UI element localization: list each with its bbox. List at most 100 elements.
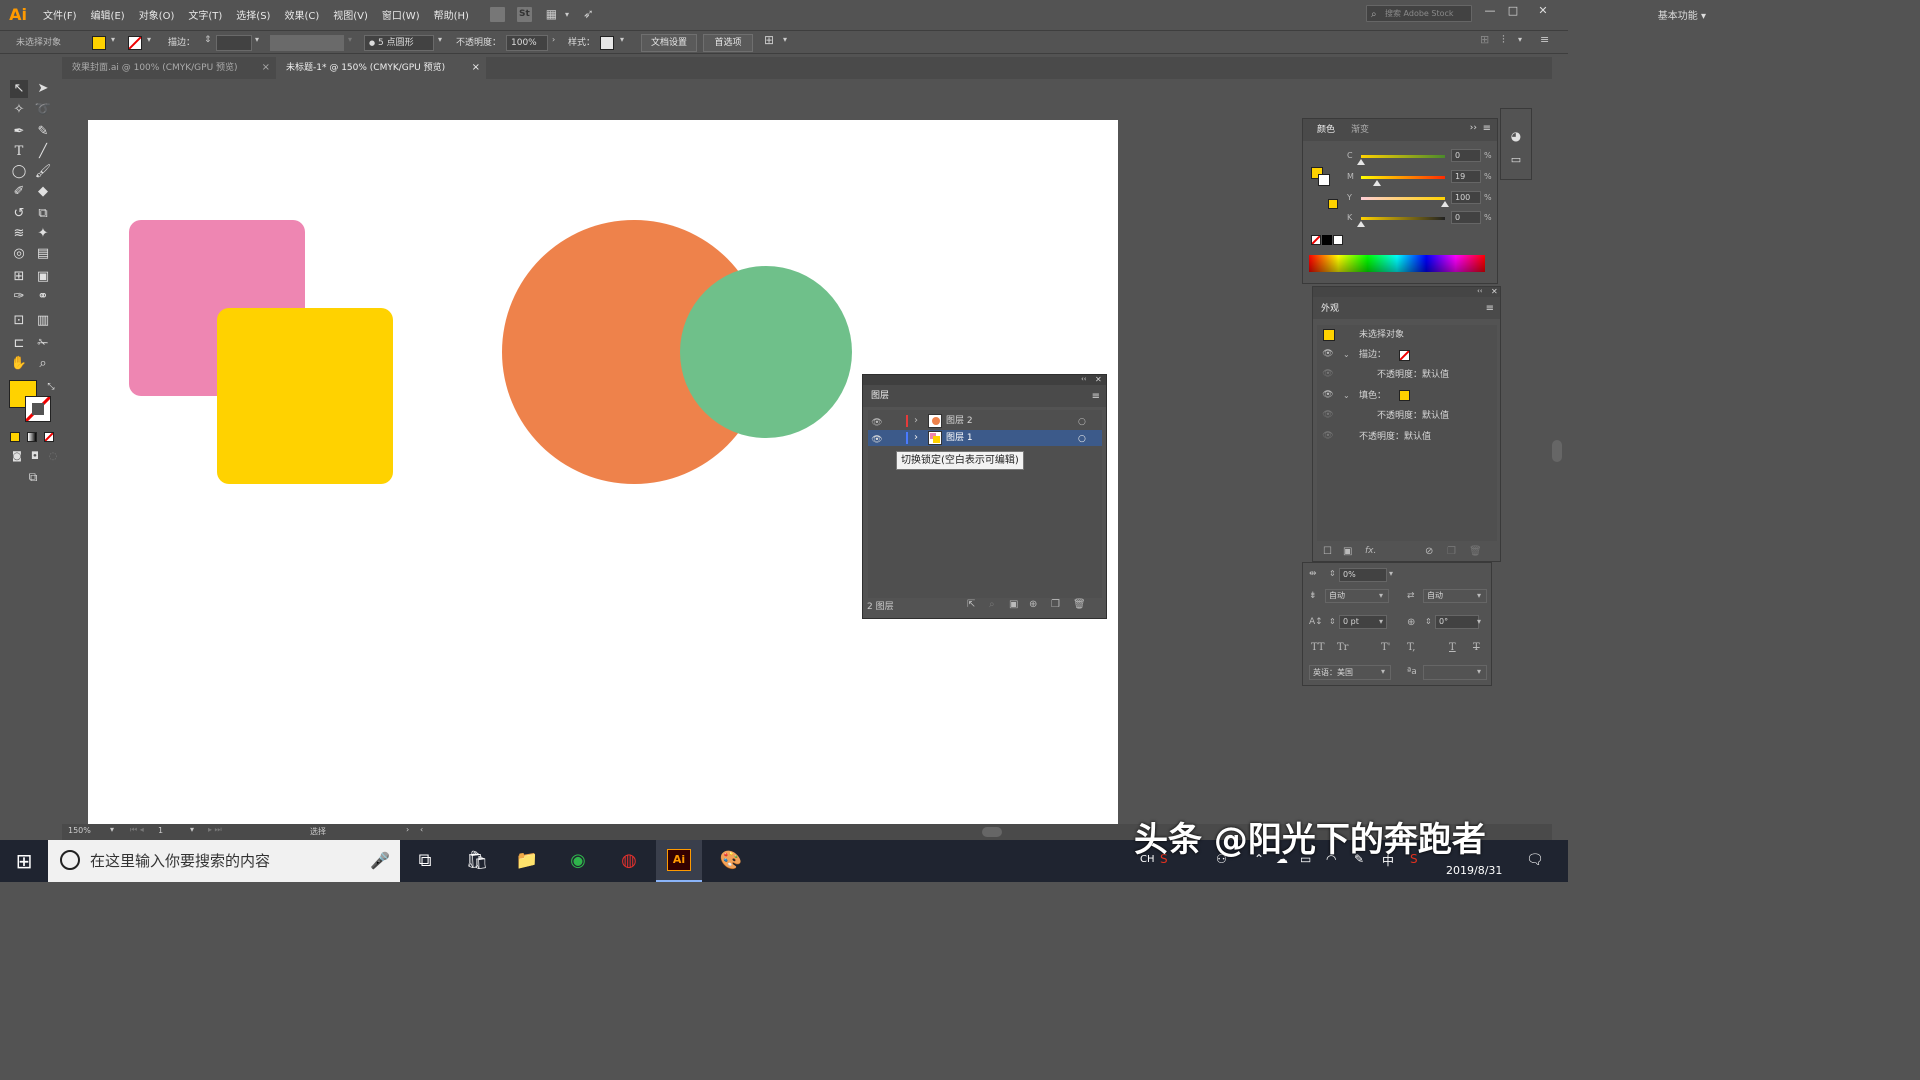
add-stroke-icon[interactable]: ☐ [1323,546,1332,557]
preferences-button[interactable]: 首选项 [703,34,753,52]
chevron-down-icon[interactable]: ▾ [147,35,151,44]
first-artboard-icon[interactable]: ⏮ ◂ [130,825,144,835]
character-rotation-input[interactable]: 0° [1435,615,1479,629]
collapse-icon[interactable]: ›› [1470,123,1477,133]
subscript-button[interactable]: T, [1407,642,1415,653]
store-icon[interactable]: 🛍 [462,847,492,875]
perspective-grid-tool-icon[interactable]: ▤ [34,245,52,263]
menu-window[interactable]: 窗口(W) [375,7,427,22]
appearance-fill-swatch[interactable] [1399,390,1410,401]
eye-icon[interactable]: 👁 [870,415,884,428]
new-layer-icon[interactable]: ❐ [1051,599,1060,610]
chevron-right-icon[interactable]: › [914,430,918,446]
channel-c-slider[interactable] [1361,155,1445,158]
appearance-opacity[interactable]: 不透明度：默认值 [1359,428,1431,446]
direct-selection-tool-icon[interactable]: ➤ [34,80,52,98]
panel-menu-icon[interactable]: ≡ [1540,33,1549,46]
clock-date[interactable]: 2019/8/31 [1446,864,1502,877]
channel-y-slider[interactable] [1361,197,1445,200]
workspace-switcher[interactable]: 基本功能 ▾ [1658,7,1706,22]
mesh-tool-icon[interactable]: ⊞ [10,268,28,286]
small-caps-button[interactable]: Tr [1337,642,1348,653]
tab-gradient[interactable]: 渐变 [1351,121,1369,139]
browser-icon[interactable]: ◉ [563,847,593,875]
all-caps-button[interactable]: TT [1311,642,1325,653]
layer-name[interactable]: 图层 1 [946,430,973,446]
target-icon[interactable]: ○ [1078,414,1086,430]
gradient-mode-icon[interactable] [27,432,37,442]
menu-view[interactable]: 视图(V) [326,7,375,22]
fill-swatch[interactable] [92,36,106,50]
chevron-down-icon[interactable]: ▾ [190,825,194,834]
color-mode-icon[interactable] [10,432,20,442]
eye-icon[interactable]: 👁 [870,432,884,445]
target-icon[interactable]: ○ [1078,431,1086,447]
bridge-icon[interactable] [489,6,505,22]
add-fill-icon[interactable]: ▣ [1343,546,1352,557]
notification-icon[interactable]: 🗨 [1526,852,1544,868]
menu-file[interactable]: 文件(F) [36,7,84,22]
eraser-tool-icon[interactable]: ◆ [34,183,52,201]
taskbar-search-input[interactable]: 在这里输入你要搜索的内容 🎤 [48,840,400,882]
channel-m-slider[interactable] [1361,176,1445,179]
menu-object[interactable]: 对象(O) [132,7,182,22]
channel-k-thumb[interactable] [1357,221,1365,227]
new-sublayer-icon[interactable]: ⊕ [1029,599,1037,610]
stroke-weight-input[interactable] [216,35,252,51]
screen-mode-icon[interactable]: ⧉ [24,468,42,486]
paintbrush-tool-icon[interactable]: 🖌 [34,163,52,181]
tab-color[interactable]: 颜色 [1317,121,1335,139]
channel-c-input[interactable]: 0 [1451,149,1481,162]
close-icon[interactable]: ✕ [1095,375,1102,384]
menu-effect[interactable]: 效果(C) [277,7,326,22]
horizontal-scrollbar-thumb[interactable] [982,827,1002,837]
scale-tool-icon[interactable]: ⧉ [34,205,52,223]
task-view-icon[interactable]: ⧉ [410,847,440,875]
chevron-down-icon[interactable]: ▾ [1389,569,1393,578]
blend-tool-icon[interactable]: ⚭ [34,288,52,306]
variable-width-profile[interactable] [270,35,344,51]
yellow-rounded-rect[interactable] [217,308,393,484]
chevron-down-icon[interactable]: ▾ [438,35,442,44]
artboard-number[interactable]: 1 [158,826,163,835]
zoom-tool-icon[interactable]: ⌕ [34,355,52,373]
chevron-down-icon[interactable]: ▾ [1518,35,1522,44]
illustrator-taskbar-button[interactable]: Ai [656,840,702,882]
collapse-icon[interactable]: ‹‹ [1477,287,1483,295]
chevron-down-icon[interactable]: ▾ [1477,617,1481,626]
white-swatch[interactable] [1333,235,1343,245]
collapse-icon[interactable]: ‹‹ [1081,375,1087,383]
eyedropper-tool-icon[interactable]: ✑ [10,288,28,306]
microphone-icon[interactable]: 🎤 [370,840,390,882]
close-button[interactable]: ✕ [1535,3,1551,19]
ellipse-tool-icon[interactable]: ◯ [10,163,28,181]
swap-fill-stroke-icon[interactable]: ⤡ [42,378,60,396]
lasso-tool-icon[interactable]: ➰ [34,101,52,119]
document-setup-button[interactable]: 文档设置 [641,34,697,52]
channel-y-input[interactable]: 100 [1451,191,1481,204]
arrange-documents-icon[interactable]: ▦ [544,7,559,22]
color-spectrum[interactable] [1309,255,1485,272]
appearance-stroke-opacity[interactable]: 不透明度：默认值 [1377,366,1449,384]
swatches-icon[interactable]: ▭ [1507,151,1525,169]
close-icon[interactable]: × [262,57,270,79]
selection-tool-icon[interactable]: ↖ [10,80,28,98]
tab-untitled-1[interactable]: 未标题-1* @ 150% (CMYK/GPU 预览) × [276,57,486,79]
tracking-input[interactable]: 0% [1339,568,1387,582]
magic-wand-tool-icon[interactable]: ✧ [10,101,28,119]
layer-name[interactable]: 图层 2 [946,413,973,429]
clear-appearance-icon[interactable]: ⊘ [1425,546,1433,557]
panel-drag-bar[interactable] [863,375,1106,385]
panel-menu-icon[interactable]: ≡ [1483,123,1491,134]
eye-icon[interactable]: 👁 [1321,390,1335,402]
arrange-icon[interactable]: ⊞ [764,33,774,47]
eye-icon[interactable]: 👁 [1321,410,1335,422]
eye-icon[interactable]: 👁 [1321,431,1335,443]
channel-m-thumb[interactable] [1373,180,1381,186]
none-mode-icon[interactable] [44,432,54,442]
maximize-button[interactable]: □ [1505,3,1521,19]
eye-icon[interactable]: 👁 [1321,349,1335,361]
stepper-icon[interactable]: ⇕ [1329,569,1336,578]
minimize-button[interactable]: — [1482,3,1498,19]
none-swatch[interactable] [1311,235,1321,245]
